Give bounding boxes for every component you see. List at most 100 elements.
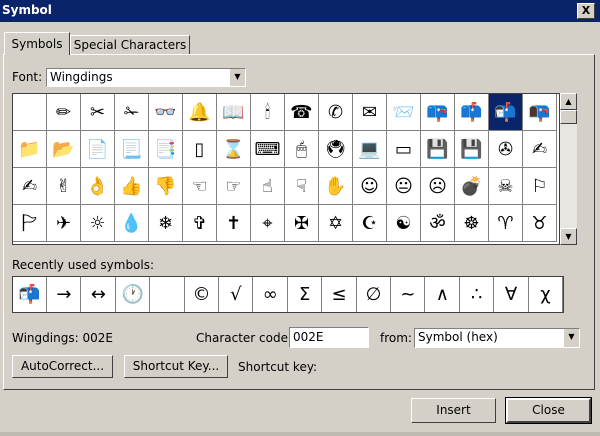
symbol-cell[interactable]: ✉ <box>353 94 387 131</box>
from-select[interactable]: Symbol (hex) ▼ <box>414 328 580 348</box>
symbol-cell[interactable]: 💣 <box>455 168 489 205</box>
symbol-cell[interactable]: ✍ <box>523 131 557 168</box>
symbol-cell[interactable]: ☎ <box>285 94 319 131</box>
symbol-cell[interactable]: ☝ <box>251 168 285 205</box>
close-button[interactable]: Close <box>505 397 592 424</box>
symbol-cell[interactable]: ☞ <box>217 168 251 205</box>
symbol-cell[interactable]: ✝ <box>217 205 251 242</box>
symbol-cell[interactable]: ✍ <box>13 168 47 205</box>
symbol-cell[interactable]: ♈ <box>489 205 523 242</box>
symbol-cell[interactable]: ☹ <box>421 168 455 205</box>
symbol-cell[interactable]: ▯ <box>183 131 217 168</box>
recent-symbol-cell[interactable]: ↔ <box>82 277 116 312</box>
recent-symbol-cell[interactable]: © <box>185 277 219 312</box>
symbol-cell[interactable]: ✡ <box>319 205 353 242</box>
tab-special-characters[interactable]: Special Characters <box>70 35 190 55</box>
symbol-cell[interactable]: ☸ <box>455 205 489 242</box>
symbol-cell[interactable]: 📑 <box>149 131 183 168</box>
recent-symbol-cell[interactable]: 🕐 <box>116 277 151 312</box>
title-bar: Symbol X <box>0 0 600 22</box>
recent-symbol-cell[interactable]: ∀ <box>495 277 529 312</box>
recently-used-symbols[interactable]: 📬 → ↔ 🕐 © √ ∞ Σ ≤ ∅ ~ ∧ ∴ ∀ χ <box>12 276 564 313</box>
symbol-cell[interactable]: ☪ <box>353 205 387 242</box>
symbol-cell[interactable]: ☼ <box>81 205 115 242</box>
symbol-cell[interactable]: 🏱 <box>13 205 47 242</box>
symbol-cell[interactable]: ✠ <box>285 205 319 242</box>
symbol-cell[interactable]: ✇ <box>489 131 523 168</box>
symbol-cell[interactable]: ॐ <box>421 205 455 242</box>
recent-symbol-cell[interactable]: ∅ <box>357 277 391 312</box>
symbol-cell[interactable]: 🔔 <box>183 94 217 131</box>
symbol-cell[interactable]: ☜ <box>183 168 217 205</box>
shortcut-key-button[interactable]: Shortcut Key... <box>124 355 228 378</box>
symbol-cell[interactable]: 🖱 <box>285 131 319 168</box>
symbol-cell[interactable]: 📪 <box>421 94 455 131</box>
symbol-cell[interactable]: 📫 <box>455 94 489 131</box>
recent-symbol-cell[interactable]: √ <box>219 277 254 312</box>
scroll-down-icon[interactable]: ▼ <box>560 228 577 245</box>
recent-symbol-cell[interactable]: ≤ <box>323 277 357 312</box>
symbol-cell[interactable]: ☠ <box>489 168 523 205</box>
symbol-cell[interactable]: 📂 <box>47 131 81 168</box>
scroll-thumb[interactable] <box>560 110 577 124</box>
symbol-cell[interactable]: 👓 <box>149 94 183 131</box>
symbol-cell[interactable]: 👎 <box>149 168 183 205</box>
symbol-cell[interactable]: ✈ <box>47 205 81 242</box>
dropdown-arrow-icon[interactable]: ▼ <box>229 69 245 86</box>
symbol-cell[interactable]: 🕯 <box>251 94 285 131</box>
symbol-cell[interactable]: 💾 <box>455 131 489 168</box>
symbol-cell[interactable]: 💾 <box>421 131 455 168</box>
symbol-cell[interactable]: ▭ <box>387 131 421 168</box>
symbol-cell[interactable]: ☯ <box>387 205 421 242</box>
symbol-cell[interactable]: 📁 <box>13 131 47 168</box>
recent-symbol-cell[interactable]: ~ <box>391 277 426 312</box>
symbol-cell[interactable]: ☟ <box>285 168 319 205</box>
font-select[interactable]: Wingdings ▼ <box>46 68 246 87</box>
symbol-cell[interactable]: ⚐ <box>523 168 557 205</box>
recent-symbol-cell[interactable]: → <box>47 277 82 312</box>
symbol-cell[interactable]: 🖲 <box>319 131 353 168</box>
symbol-cell[interactable]: 📨 <box>387 94 421 131</box>
symbol-cell[interactable]: 😐 <box>387 168 421 205</box>
symbol-cell[interactable]: ❄ <box>149 205 183 242</box>
tab-symbols[interactable]: Symbols <box>4 32 70 55</box>
symbol-cell[interactable]: 💧 <box>115 205 149 242</box>
autocorrect-button[interactable]: AutoCorrect... <box>12 355 113 378</box>
symbol-cell[interactable]: ⌨ <box>251 131 285 168</box>
symbol-cell[interactable] <box>13 94 47 131</box>
symbol-cell[interactable]: 👌 <box>81 168 115 205</box>
recent-symbol-cell[interactable]: 📬 <box>13 277 47 312</box>
scroll-up-icon[interactable]: ▲ <box>560 93 577 110</box>
symbol-cell[interactable]: 💻 <box>353 131 387 168</box>
recent-symbol-cell[interactable]: Σ <box>288 277 323 312</box>
symbol-cell[interactable]: 👍 <box>115 168 149 205</box>
from-label: from: <box>380 331 412 345</box>
symbol-cell[interactable]: 📃 <box>115 131 149 168</box>
recent-symbol-cell[interactable]: ∞ <box>254 277 288 312</box>
symbol-cell[interactable]: ✞ <box>183 205 217 242</box>
symbol-cell[interactable]: ✏ <box>47 94 81 131</box>
symbol-cell[interactable]: ✁ <box>115 94 149 131</box>
symbol-cell[interactable]: 📬 <box>489 94 523 131</box>
symbol-cell[interactable]: 📄 <box>81 131 115 168</box>
character-code-input[interactable]: 002E <box>289 327 369 348</box>
symbol-cell[interactable]: ✂ <box>81 94 115 131</box>
symbol-cell[interactable]: ✆ <box>319 94 353 131</box>
symbol-cell[interactable]: 📭 <box>523 94 557 131</box>
symbol-cell[interactable]: ⌛ <box>217 131 251 168</box>
recent-symbol-cell[interactable]: ∴ <box>460 277 495 312</box>
close-window-button[interactable]: X <box>577 3 595 19</box>
recent-symbol-cell[interactable]: ∧ <box>426 277 460 312</box>
symbol-cell[interactable]: 📖 <box>217 94 251 131</box>
symbol-grid-scrollbar[interactable]: ▲ ▼ <box>560 93 577 245</box>
recent-symbol-cell[interactable]: χ <box>529 277 563 312</box>
symbol-grid[interactable]: ✏ ✂ ✁ 👓 🔔 📖 🕯 ☎ ✆ ✉ 📨 📪 📫 📬 📭 📁 📂 📄 📃 📑 ▯ ⌛ ⌨ 🖱 🖲 💻 ▭ 💾 💾 ✇ ✍ ✍ ✌ 👌 👍 👎 ☜ ☞ ☝ ☟… <box>12 93 560 245</box>
symbol-cell[interactable]: ☺ <box>353 168 387 205</box>
recent-symbol-cell[interactable] <box>151 277 185 312</box>
symbol-cell[interactable]: ✋ <box>319 168 353 205</box>
symbol-cell[interactable]: ✌ <box>47 168 81 205</box>
insert-button[interactable]: Insert <box>411 398 496 423</box>
dropdown-arrow-icon[interactable]: ▼ <box>563 329 579 347</box>
symbol-cell[interactable]: ⌖ <box>251 205 285 242</box>
symbol-cell[interactable]: ♉ <box>523 205 557 242</box>
